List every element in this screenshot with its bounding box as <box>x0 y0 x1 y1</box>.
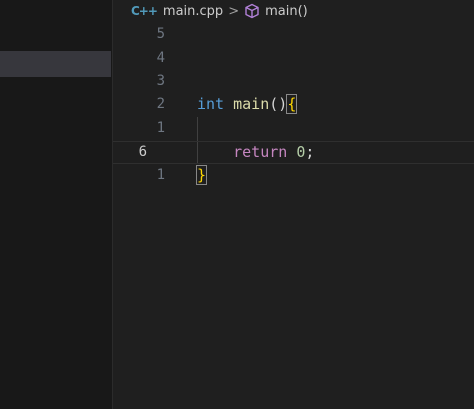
cpp-file-icon: C++ <box>131 4 158 18</box>
code-line[interactable]: 3 <box>113 70 474 93</box>
code-token-keyword-type: int <box>197 95 225 113</box>
breadcrumb-file[interactable]: main.cpp <box>163 4 223 19</box>
vscode-window: C++ main.cpp > main() 5 4 3 2 int main(){1 6 … <box>0 0 474 409</box>
sidebar-selected-item[interactable] <box>0 51 111 77</box>
code-line[interactable]: 1 <box>113 117 474 140</box>
code-line[interactable]: 1} <box>113 164 474 187</box>
line-number: 5 <box>156 26 165 42</box>
line-number: 6 <box>138 144 147 160</box>
code-token-indent <box>197 143 233 161</box>
line-number: 2 <box>156 96 165 112</box>
code-line[interactable]: 2 int main(){ <box>113 93 474 116</box>
line-number: 1 <box>156 120 165 136</box>
line-code[interactable]: int main(){ <box>197 93 298 116</box>
code-line[interactable]: 4 <box>113 47 474 70</box>
code-token-keyword-control: return <box>233 143 288 161</box>
breadcrumb: C++ main.cpp > main() <box>131 0 308 22</box>
explorer-sidebar <box>0 0 112 409</box>
chevron-right-icon: > <box>228 3 240 19</box>
code-token-function: main <box>233 95 270 113</box>
code-line[interactable]: 5 <box>113 23 474 46</box>
cube-icon <box>245 3 259 19</box>
code-token-punct: () <box>269 95 288 113</box>
line-number: 1 <box>156 167 165 183</box>
line-code[interactable]: } <box>195 164 208 187</box>
code-token-brace: { <box>286 94 298 114</box>
code-token-punct: ; <box>305 143 315 161</box>
code-token-brace: } <box>195 165 208 185</box>
breadcrumb-symbol[interactable]: main() <box>265 4 308 19</box>
code-line-current[interactable]: 6 return 0; <box>113 141 474 164</box>
line-number: 4 <box>156 50 165 66</box>
line-number: 3 <box>156 73 165 89</box>
line-code[interactable]: return 0; <box>197 142 314 163</box>
